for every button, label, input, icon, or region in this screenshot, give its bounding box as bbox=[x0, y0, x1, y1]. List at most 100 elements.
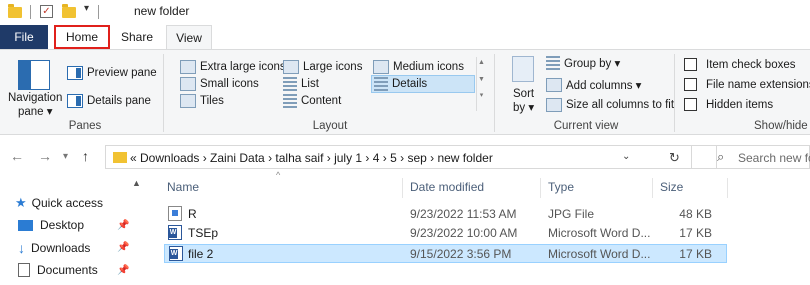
item-check-boxes-toggle[interactable]: Item check boxes bbox=[684, 58, 795, 71]
table-row[interactable]: file 2 9/15/2022 3:56 PM Microsoft Word … bbox=[164, 244, 727, 263]
medium-icons-label: Medium icons bbox=[393, 61, 464, 73]
tab-share[interactable]: Share bbox=[114, 25, 160, 49]
divider bbox=[30, 5, 31, 19]
group-by-button[interactable]: Group by ▾ bbox=[546, 56, 620, 70]
new-folder-icon[interactable] bbox=[62, 4, 76, 18]
expand-gallery-icon[interactable]: ▾ bbox=[477, 91, 486, 99]
layout-gallery-scroll[interactable]: ▲ ▼ ▾ bbox=[476, 57, 486, 111]
navigation-pane-dropdown[interactable]: pane ▾ bbox=[18, 104, 53, 118]
file-date: 9/23/2022 11:53 AM bbox=[410, 207, 517, 221]
nav-item-label: Downloads bbox=[31, 241, 91, 255]
medium-icons-option[interactable]: Medium icons bbox=[373, 60, 464, 74]
nav-item-downloads[interactable]: ↓ Downloads bbox=[18, 240, 90, 256]
pin-icon[interactable]: 📌 bbox=[117, 220, 129, 231]
file-name: R bbox=[188, 207, 197, 221]
tab-home[interactable]: Home bbox=[54, 25, 110, 49]
details-icon bbox=[374, 77, 388, 91]
chevron-down-icon[interactable]: ⌄ bbox=[622, 151, 630, 162]
search-input[interactable]: ⌕ Search new fo bbox=[691, 145, 810, 169]
customize-toolbar-icon[interactable]: ▾ bbox=[84, 3, 89, 14]
table-row[interactable]: R 9/23/2022 11:53 AM JPG File 48 KB bbox=[164, 205, 727, 224]
window-title: new folder bbox=[134, 4, 190, 18]
up-arrow-icon[interactable]: ↑ bbox=[82, 148, 89, 164]
file-type: Microsoft Word D... bbox=[548, 226, 651, 240]
item-check-boxes-label: Item check boxes bbox=[706, 58, 796, 71]
navigation-pane: ▲ ★ Quick access Desktop 📌 ↓ Downloads 📌… bbox=[0, 172, 145, 285]
forward-arrow-icon[interactable]: → bbox=[38, 148, 52, 164]
tab-view[interactable]: View bbox=[166, 25, 212, 50]
preview-pane-button[interactable]: Preview pane bbox=[67, 66, 157, 80]
details-option[interactable]: Details bbox=[371, 75, 475, 93]
file-size: 17 KB bbox=[679, 247, 712, 261]
back-arrow-icon[interactable]: ← bbox=[10, 148, 24, 164]
add-columns-button[interactable]: Add columns ▾ bbox=[546, 78, 641, 92]
file-size: 48 KB bbox=[679, 207, 712, 221]
sort-by-dropdown[interactable]: by ▾ bbox=[513, 100, 534, 114]
column-divider[interactable] bbox=[652, 178, 653, 198]
panes-group-label: Panes bbox=[68, 120, 102, 132]
layout-gallery: Extra large icons Large icons Medium ico… bbox=[177, 57, 475, 111]
file-name-extensions-label: File name extensions bbox=[706, 78, 810, 91]
column-header-size[interactable]: Size bbox=[660, 180, 683, 194]
details-pane-icon bbox=[67, 94, 83, 108]
tab-file[interactable]: File bbox=[0, 25, 48, 49]
preview-pane-icon bbox=[67, 66, 83, 80]
extra-large-icons-option[interactable]: Extra large icons bbox=[180, 60, 286, 74]
chevron-down-icon[interactable]: ▼ bbox=[477, 76, 486, 83]
checkbox[interactable] bbox=[684, 78, 697, 91]
show-hide-group-label: Show/hide bbox=[754, 120, 808, 132]
checkbox[interactable] bbox=[684, 98, 697, 111]
folder-icon bbox=[113, 152, 127, 163]
checkbox[interactable] bbox=[684, 58, 697, 71]
nav-item-quick-access[interactable]: ★ Quick access bbox=[15, 195, 103, 211]
navigation-pane-icon[interactable] bbox=[18, 60, 50, 90]
sort-by-button[interactable]: Sort bbox=[513, 88, 534, 100]
size-all-columns-button[interactable]: Size all columns to fit bbox=[546, 98, 674, 112]
file-type: JPG File bbox=[548, 207, 595, 221]
table-row[interactable]: TSEp 9/23/2022 10:00 AM Microsoft Word D… bbox=[164, 224, 727, 243]
current-view-group-label: Current view bbox=[553, 120, 619, 132]
pin-icon[interactable]: 📌 bbox=[117, 265, 129, 276]
address-bar[interactable]: « Downloads › Zaini Data › talha saif › … bbox=[105, 145, 717, 169]
group-by-icon bbox=[546, 56, 560, 70]
column-divider[interactable] bbox=[402, 178, 403, 198]
chevron-up-icon[interactable]: ▲ bbox=[477, 59, 486, 66]
file-type: Microsoft Word D... bbox=[548, 247, 651, 261]
recent-locations-icon[interactable]: ▾ bbox=[63, 151, 68, 162]
nav-item-documents[interactable]: Documents bbox=[18, 263, 98, 277]
navigation-pane-button[interactable]: Navigation bbox=[8, 92, 62, 104]
star-icon: ★ bbox=[15, 195, 27, 210]
details-label: Details bbox=[392, 78, 428, 90]
small-icons-option[interactable]: Small icons bbox=[180, 77, 259, 91]
breadcrumb[interactable]: « Downloads › Zaini Data › talha saif › … bbox=[130, 151, 493, 165]
refresh-icon[interactable]: ↻ bbox=[669, 150, 680, 166]
large-icons-option[interactable]: Large icons bbox=[283, 60, 362, 74]
list-label: List bbox=[301, 78, 319, 90]
hidden-items-toggle[interactable]: Hidden items bbox=[684, 98, 773, 111]
ribbon: Navigation pane ▾ Preview pane Details p… bbox=[0, 49, 810, 135]
properties-icon[interactable]: ✓ bbox=[40, 5, 53, 18]
scroll-up-icon[interactable]: ▲ bbox=[132, 178, 141, 188]
tiles-option[interactable]: Tiles bbox=[180, 94, 224, 108]
tiles-label: Tiles bbox=[200, 95, 224, 107]
extra-large-icons-icon bbox=[180, 60, 196, 74]
column-header-name[interactable]: Name bbox=[167, 180, 199, 194]
divider bbox=[494, 54, 495, 132]
size-all-columns-label: Size all columns to fit bbox=[566, 99, 675, 111]
sort-icon[interactable] bbox=[512, 56, 534, 82]
file-name-extensions-toggle[interactable]: File name extensions bbox=[684, 78, 810, 91]
nav-item-desktop[interactable]: Desktop bbox=[18, 218, 84, 232]
pin-icon[interactable]: 📌 bbox=[117, 242, 129, 253]
column-divider[interactable] bbox=[540, 178, 541, 198]
download-icon: ↓ bbox=[18, 240, 25, 256]
file-date: 9/15/2022 3:56 PM bbox=[410, 247, 512, 261]
column-header-date-modified[interactable]: Date modified bbox=[410, 180, 484, 194]
content-option[interactable]: Content bbox=[283, 94, 341, 108]
column-header-type[interactable]: Type bbox=[548, 180, 574, 194]
details-pane-button[interactable]: Details pane bbox=[67, 94, 151, 108]
column-divider[interactable] bbox=[727, 178, 728, 198]
hidden-items-label: Hidden items bbox=[706, 98, 774, 111]
medium-icons-icon bbox=[373, 60, 389, 74]
preview-pane-label: Preview pane bbox=[87, 67, 157, 79]
list-option[interactable]: List bbox=[283, 77, 319, 91]
